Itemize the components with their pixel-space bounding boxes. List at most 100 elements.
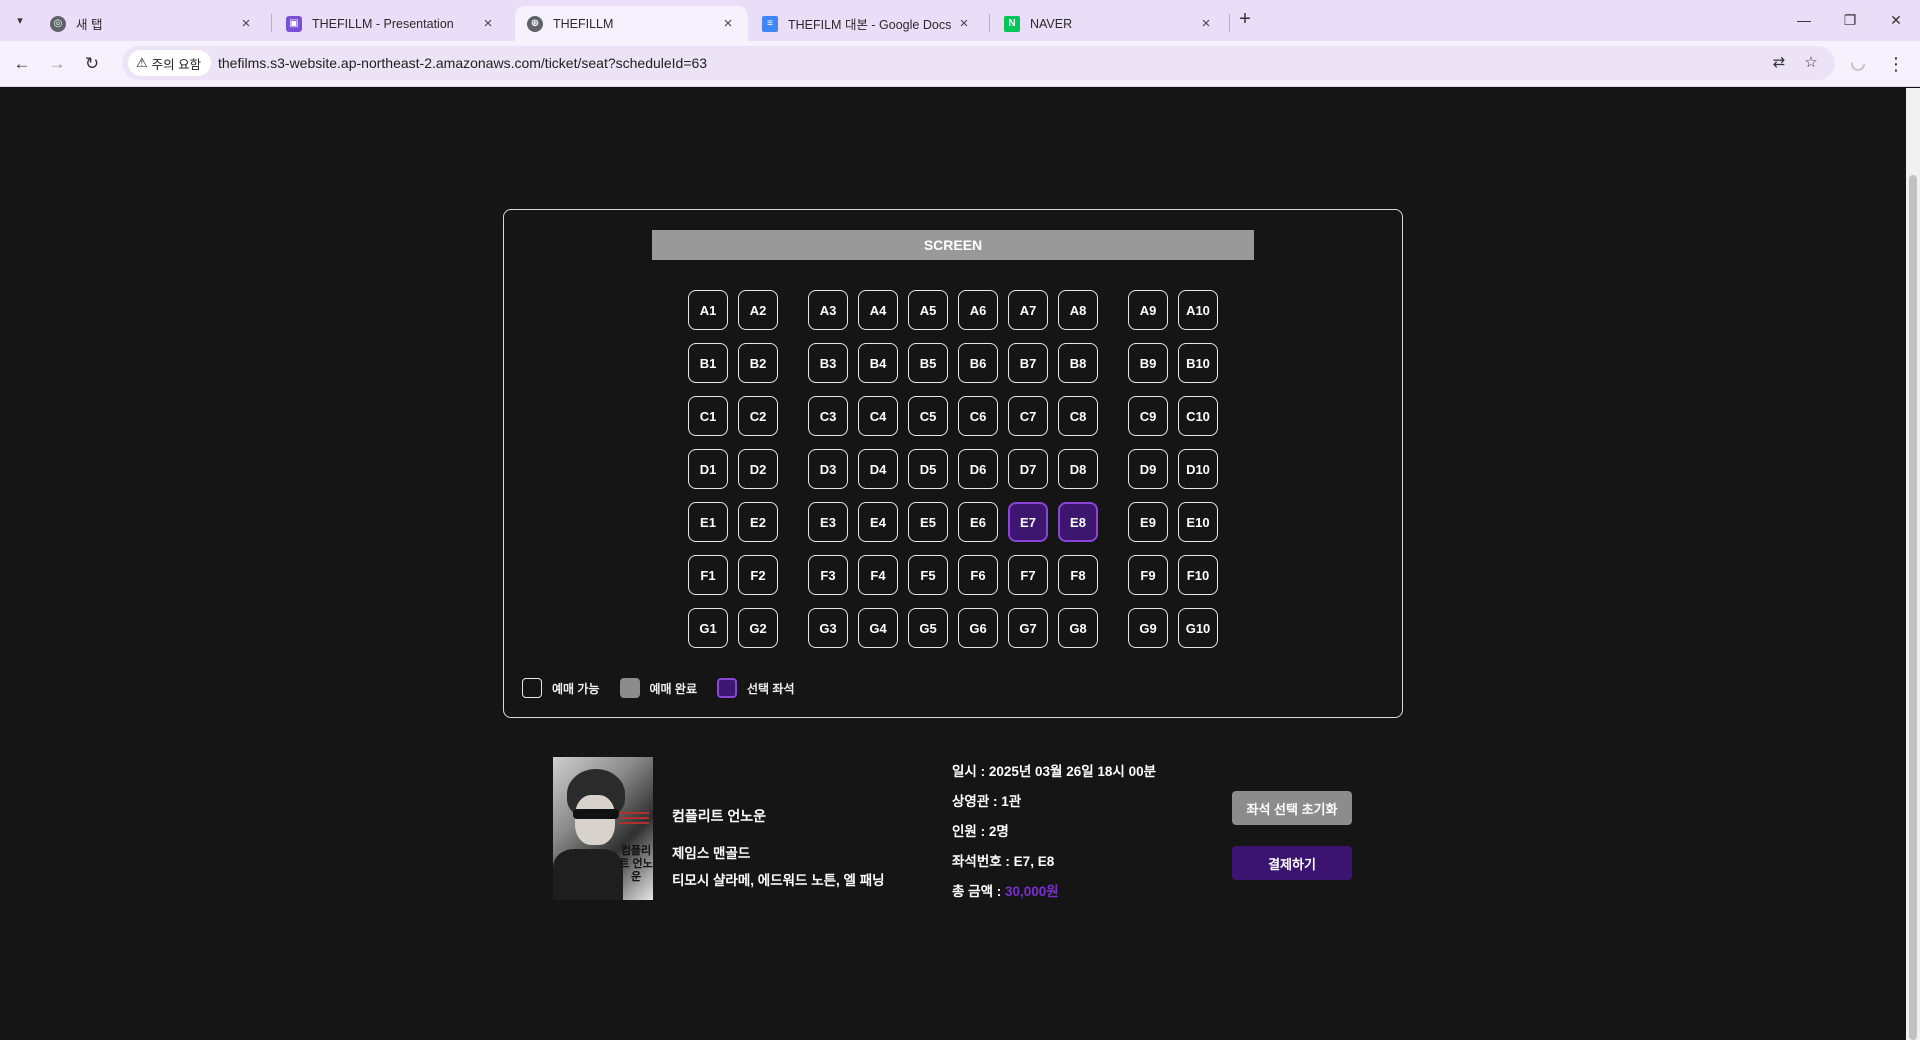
reload-icon[interactable]: ↻ [78, 50, 106, 78]
seat-e3[interactable]: E3 [808, 502, 848, 542]
security-warning-chip[interactable]: ⚠ 주의 요함 [128, 50, 212, 76]
seat-d9[interactable]: D9 [1128, 449, 1168, 489]
seat-b8[interactable]: B8 [1058, 343, 1098, 383]
seat-c10[interactable]: C10 [1178, 396, 1218, 436]
seat-d3[interactable]: D3 [808, 449, 848, 489]
seat-c3[interactable]: C3 [808, 396, 848, 436]
seat-g7[interactable]: G7 [1008, 608, 1048, 648]
close-icon[interactable]: × [480, 15, 496, 32]
minimize-icon[interactable]: — [1780, 6, 1828, 34]
warning-triangle-icon: ⚠ [136, 55, 148, 70]
restore-icon[interactable]: ❐ [1826, 6, 1874, 34]
back-arrow-icon[interactable]: ← [8, 50, 36, 78]
seat-g10[interactable]: G10 [1178, 608, 1218, 648]
seat-g6[interactable]: G6 [958, 608, 998, 648]
seat-d2[interactable]: D2 [738, 449, 778, 489]
seat-d4[interactable]: D4 [858, 449, 898, 489]
pay-button[interactable]: 결제하기 [1232, 846, 1352, 880]
seat-g1[interactable]: G1 [688, 608, 728, 648]
seat-e7[interactable]: E7 [1008, 502, 1048, 542]
seat-a9[interactable]: A9 [1128, 290, 1168, 330]
seat-e8[interactable]: E8 [1058, 502, 1098, 542]
new-tab-plus-icon[interactable]: + [1234, 9, 1256, 31]
seat-b10[interactable]: B10 [1178, 343, 1218, 383]
seat-e1[interactable]: E1 [688, 502, 728, 542]
reset-seats-button[interactable]: 좌석 선택 초기화 [1232, 791, 1352, 825]
seat-a1[interactable]: A1 [688, 290, 728, 330]
address-bar[interactable]: ⚠ 주의 요함 thefilms.s3-website.ap-northeast… [122, 46, 1835, 80]
close-icon[interactable]: × [238, 15, 254, 32]
seat-b7[interactable]: B7 [1008, 343, 1048, 383]
seat-e9[interactable]: E9 [1128, 502, 1168, 542]
tab-new-tab[interactable]: ◎ 새 탭 × [38, 6, 266, 41]
tab-presentation[interactable]: ▣ THEFILLM - Presentation × [274, 6, 508, 41]
seat-f10[interactable]: F10 [1178, 555, 1218, 595]
seat-c8[interactable]: C8 [1058, 396, 1098, 436]
seat-d5[interactable]: D5 [908, 449, 948, 489]
tab-naver[interactable]: N NAVER × [992, 6, 1226, 41]
seat-e4[interactable]: E4 [858, 502, 898, 542]
seat-d6[interactable]: D6 [958, 449, 998, 489]
seat-c4[interactable]: C4 [858, 396, 898, 436]
seat-a10[interactable]: A10 [1178, 290, 1218, 330]
seat-a3[interactable]: A3 [808, 290, 848, 330]
seat-g3[interactable]: G3 [808, 608, 848, 648]
seat-a7[interactable]: A7 [1008, 290, 1048, 330]
translate-icon[interactable]: ⇄ [1769, 53, 1789, 73]
seat-b6[interactable]: B6 [958, 343, 998, 383]
seat-c7[interactable]: C7 [1008, 396, 1048, 436]
seat-f5[interactable]: F5 [908, 555, 948, 595]
page-scrollbar-thumb[interactable] [1909, 175, 1917, 1040]
seat-g5[interactable]: G5 [908, 608, 948, 648]
seat-g9[interactable]: G9 [1128, 608, 1168, 648]
seat-f3[interactable]: F3 [808, 555, 848, 595]
seat-g8[interactable]: G8 [1058, 608, 1098, 648]
seat-a4[interactable]: A4 [858, 290, 898, 330]
seat-f4[interactable]: F4 [858, 555, 898, 595]
seat-b5[interactable]: B5 [908, 343, 948, 383]
seat-b9[interactable]: B9 [1128, 343, 1168, 383]
seat-g2[interactable]: G2 [738, 608, 778, 648]
window-close-icon[interactable]: ✕ [1872, 6, 1920, 34]
seat-f6[interactable]: F6 [958, 555, 998, 595]
seat-a8[interactable]: A8 [1058, 290, 1098, 330]
seat-e2[interactable]: E2 [738, 502, 778, 542]
seat-d1[interactable]: D1 [688, 449, 728, 489]
close-icon[interactable]: × [720, 15, 736, 32]
seat-e6[interactable]: E6 [958, 502, 998, 542]
seat-f9[interactable]: F9 [1128, 555, 1168, 595]
seat-d10[interactable]: D10 [1178, 449, 1218, 489]
seat-c1[interactable]: C1 [688, 396, 728, 436]
seat-c6[interactable]: C6 [958, 396, 998, 436]
tab-search-chevron-icon[interactable]: ▾ [10, 10, 30, 30]
seat-b2[interactable]: B2 [738, 343, 778, 383]
seat-a6[interactable]: A6 [958, 290, 998, 330]
seat-c9[interactable]: C9 [1128, 396, 1168, 436]
seat-c2[interactable]: C2 [738, 396, 778, 436]
seat-b3[interactable]: B3 [808, 343, 848, 383]
seat-e5[interactable]: E5 [908, 502, 948, 542]
close-icon[interactable]: × [956, 15, 972, 32]
more-menu-icon[interactable]: ⋮ [1886, 50, 1906, 78]
seat-f7[interactable]: F7 [1008, 555, 1048, 595]
bookmark-star-icon[interactable]: ☆ [1801, 53, 1821, 73]
seat-b4[interactable]: B4 [858, 343, 898, 383]
url-text[interactable]: thefilms.s3-website.ap-northeast-2.amazo… [218, 55, 707, 71]
security-label: 주의 요함 [151, 57, 202, 72]
seat-f8[interactable]: F8 [1058, 555, 1098, 595]
seat-d7[interactable]: D7 [1008, 449, 1048, 489]
seat-g4[interactable]: G4 [858, 608, 898, 648]
seat-d8[interactable]: D8 [1058, 449, 1098, 489]
seat-e10[interactable]: E10 [1178, 502, 1218, 542]
tab-google-docs[interactable]: ≡ THEFILM 대본 - Google Docs × [750, 6, 984, 41]
close-icon[interactable]: × [1198, 15, 1214, 32]
forward-arrow-icon[interactable]: → [43, 50, 71, 78]
seat-c5[interactable]: C5 [908, 396, 948, 436]
profile-spinner-icon[interactable] [1849, 55, 1867, 73]
seat-a5[interactable]: A5 [908, 290, 948, 330]
seat-b1[interactable]: B1 [688, 343, 728, 383]
seat-f2[interactable]: F2 [738, 555, 778, 595]
seat-a2[interactable]: A2 [738, 290, 778, 330]
seat-f1[interactable]: F1 [688, 555, 728, 595]
tab-thefillm[interactable]: ⊕ THEFILLM × [515, 6, 748, 41]
